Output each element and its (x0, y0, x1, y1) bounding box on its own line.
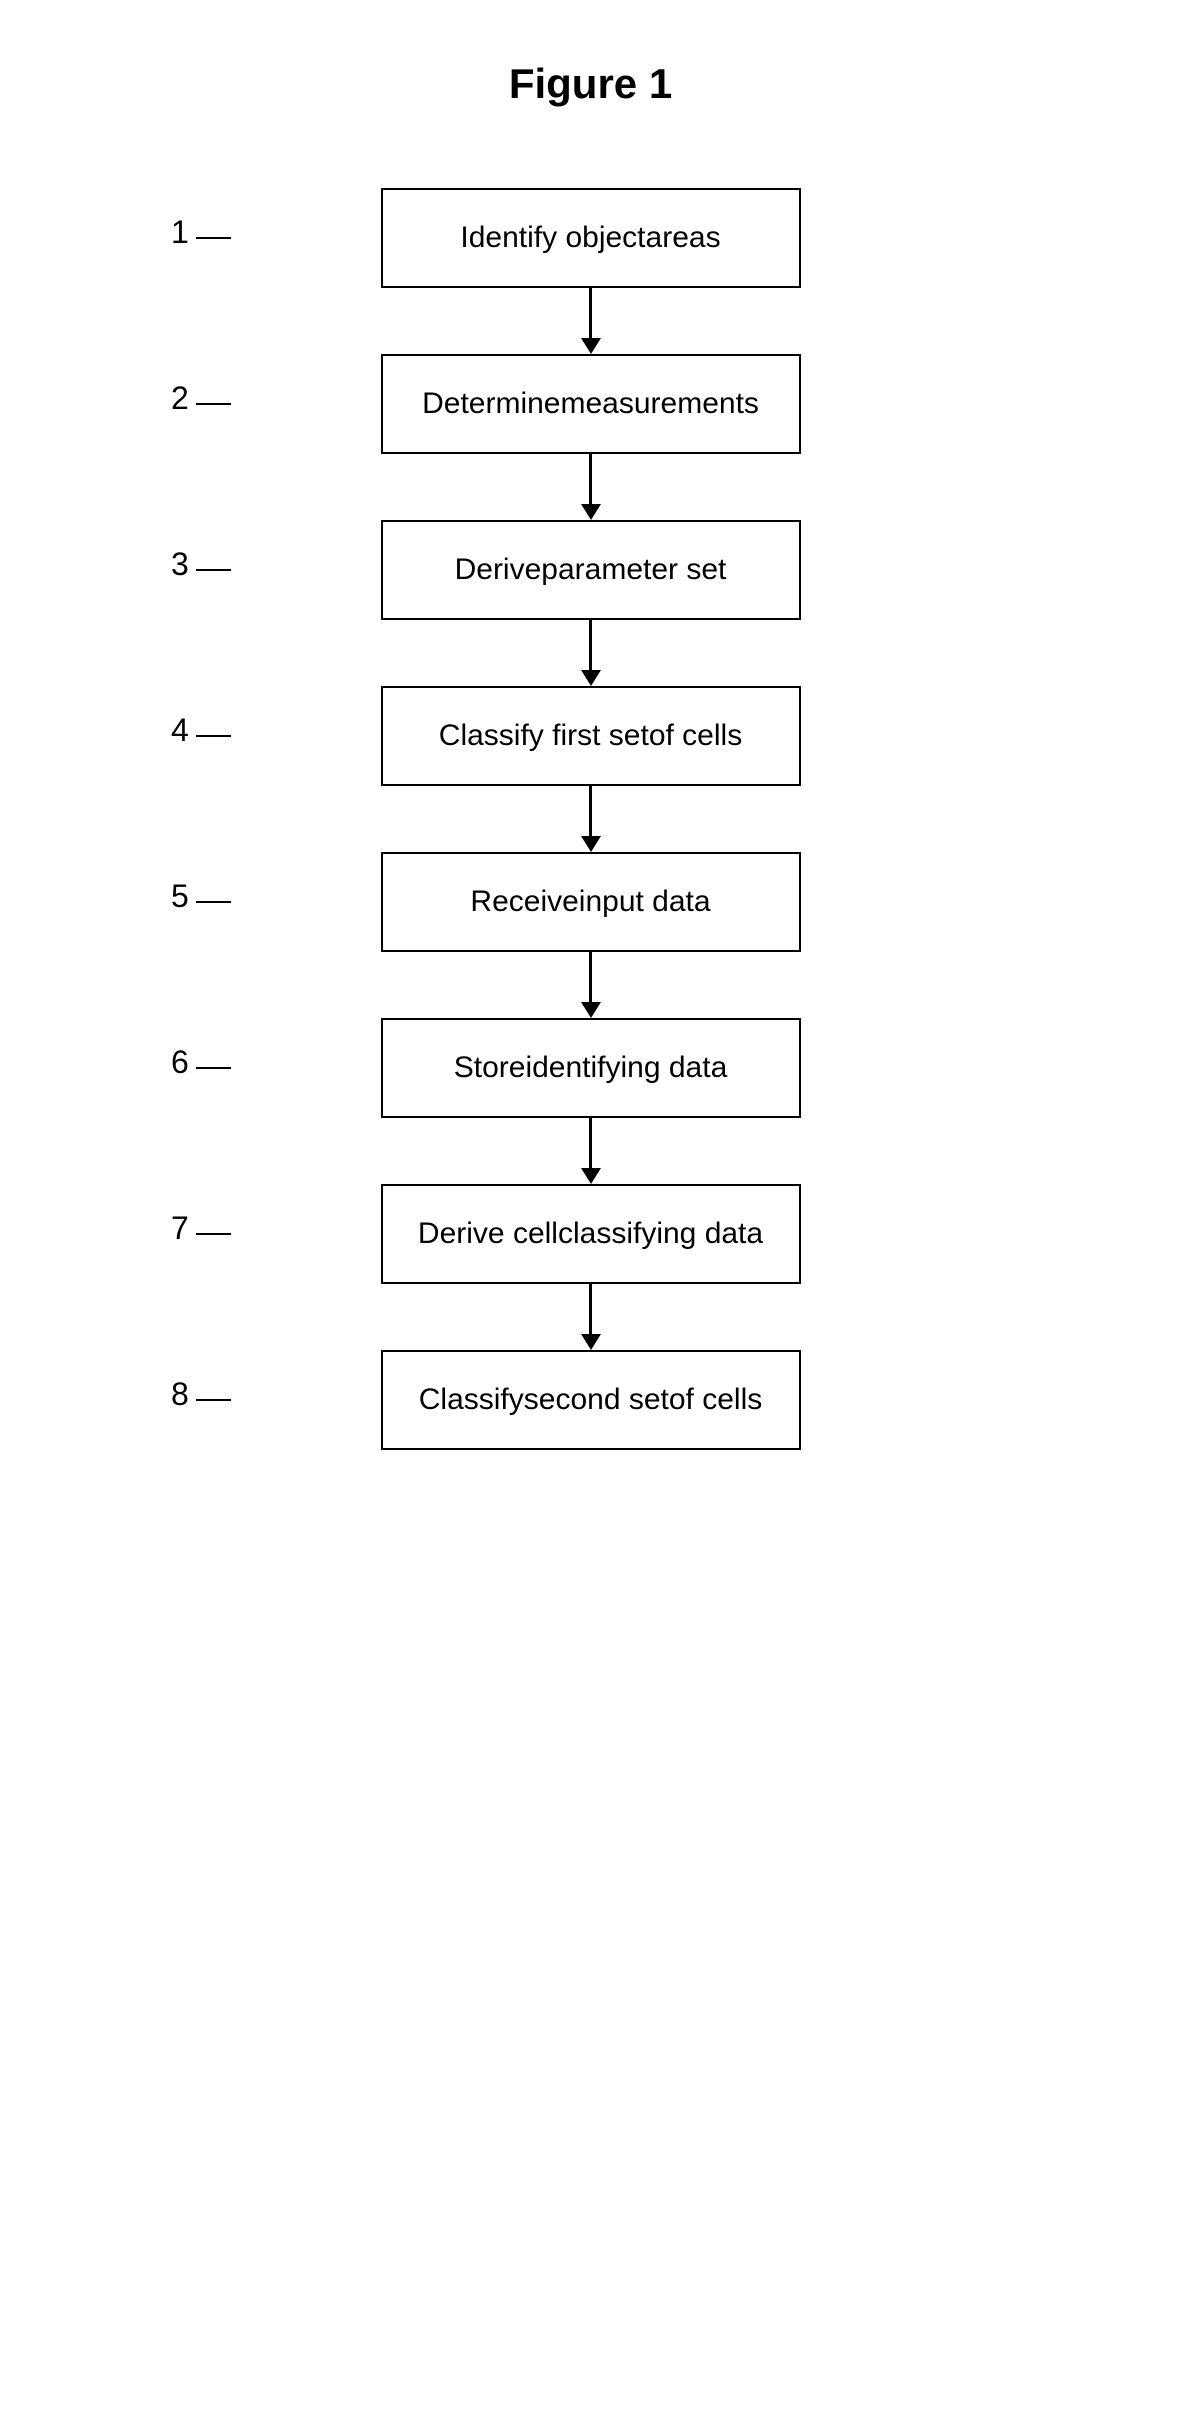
arrow-3 (581, 620, 601, 686)
annotation-line-8: 8 (141, 1370, 341, 1430)
step-label-line: of cells (649, 719, 742, 753)
step-label-line: Receive (470, 885, 578, 919)
arrow-6 (581, 1118, 601, 1184)
arrow-head (581, 504, 601, 520)
step-7: Derive cellclassifying data (381, 1184, 801, 1284)
step-label-line: second set (524, 1383, 669, 1417)
step-label-line: Identify object (460, 221, 645, 255)
step-row-1: 1 Identify objectareas (141, 188, 1041, 288)
step-label-line: of cells (669, 1383, 762, 1417)
step-label-line: identifying data (525, 1051, 727, 1085)
figure-title: Figure 1 (509, 60, 672, 108)
step-4: Classify first setof cells (381, 686, 801, 786)
arrow-line (589, 454, 592, 504)
svg-text:2: 2 (171, 380, 189, 416)
step-label-line: Determine (422, 387, 560, 421)
step-label-line: classifying data (558, 1217, 763, 1251)
svg-text:6: 6 (171, 1044, 189, 1080)
step-label-line: areas (646, 221, 721, 255)
page-container: Figure 1 1 Identify objectareas 2 Determine… (0, 0, 1181, 2412)
arrow-line (589, 1284, 592, 1334)
step-row-3: 3 Deriveparameter set (141, 520, 1041, 620)
arrow-line (589, 1118, 592, 1168)
arrow-head (581, 338, 601, 354)
annotation-line-4: 4 (141, 706, 341, 766)
step-label-line: input data (579, 885, 711, 919)
arrow-head (581, 670, 601, 686)
step-label-line: Derive cell (418, 1217, 558, 1251)
step-5: Receiveinput data (381, 852, 801, 952)
svg-text:4: 4 (171, 712, 189, 748)
step-2: Determinemeasurements (381, 354, 801, 454)
svg-text:5: 5 (171, 878, 189, 914)
step-label-line: parameter set (541, 553, 726, 587)
arrow-head (581, 1168, 601, 1184)
step-label-line: Store (454, 1051, 526, 1085)
arrow-head (581, 836, 601, 852)
step-label-line: measurements (560, 387, 758, 421)
step-3: Deriveparameter set (381, 520, 801, 620)
svg-text:8: 8 (171, 1376, 189, 1412)
arrow-line (589, 620, 592, 670)
arrow-1 (581, 288, 601, 354)
annotation-line-6: 6 (141, 1038, 341, 1098)
step-row-7: 7 Derive cellclassifying data (141, 1184, 1041, 1284)
arrow-4 (581, 786, 601, 852)
step-8: Classifysecond setof cells (381, 1350, 801, 1450)
step-label-line: Classify first set (439, 719, 649, 753)
annotation-line-3: 3 (141, 540, 341, 600)
arrow-5 (581, 952, 601, 1018)
arrow-2 (581, 454, 601, 520)
annotation-line-7: 7 (141, 1204, 341, 1264)
arrow-7 (581, 1284, 601, 1350)
annotation-line-5: 5 (141, 872, 341, 932)
step-row-6: 6 Storeidentifying data (141, 1018, 1041, 1118)
step-row-5: 5 Receiveinput data (141, 852, 1041, 952)
step-row-2: 2 Determinemeasurements (141, 354, 1041, 454)
annotation-line-2: 2 (141, 374, 341, 434)
step-row-8: 8 Classifysecond setof cells (141, 1350, 1041, 1450)
arrow-head (581, 1334, 601, 1350)
arrow-head (581, 1002, 601, 1018)
step-row-4: 4 Classify first setof cells (141, 686, 1041, 786)
step-1: Identify objectareas (381, 188, 801, 288)
svg-text:3: 3 (171, 546, 189, 582)
flowchart-container: 1 Identify objectareas 2 Determinemeasureme… (141, 188, 1041, 1450)
step-6: Storeidentifying data (381, 1018, 801, 1118)
arrow-line (589, 952, 592, 1002)
step-label-line: Derive (455, 553, 542, 587)
annotation-line-1: 1 (141, 208, 341, 268)
svg-text:1: 1 (171, 214, 189, 250)
step-label-line: Classify (419, 1383, 524, 1417)
svg-text:7: 7 (171, 1210, 189, 1246)
arrow-line (589, 288, 592, 338)
arrow-line (589, 786, 592, 836)
